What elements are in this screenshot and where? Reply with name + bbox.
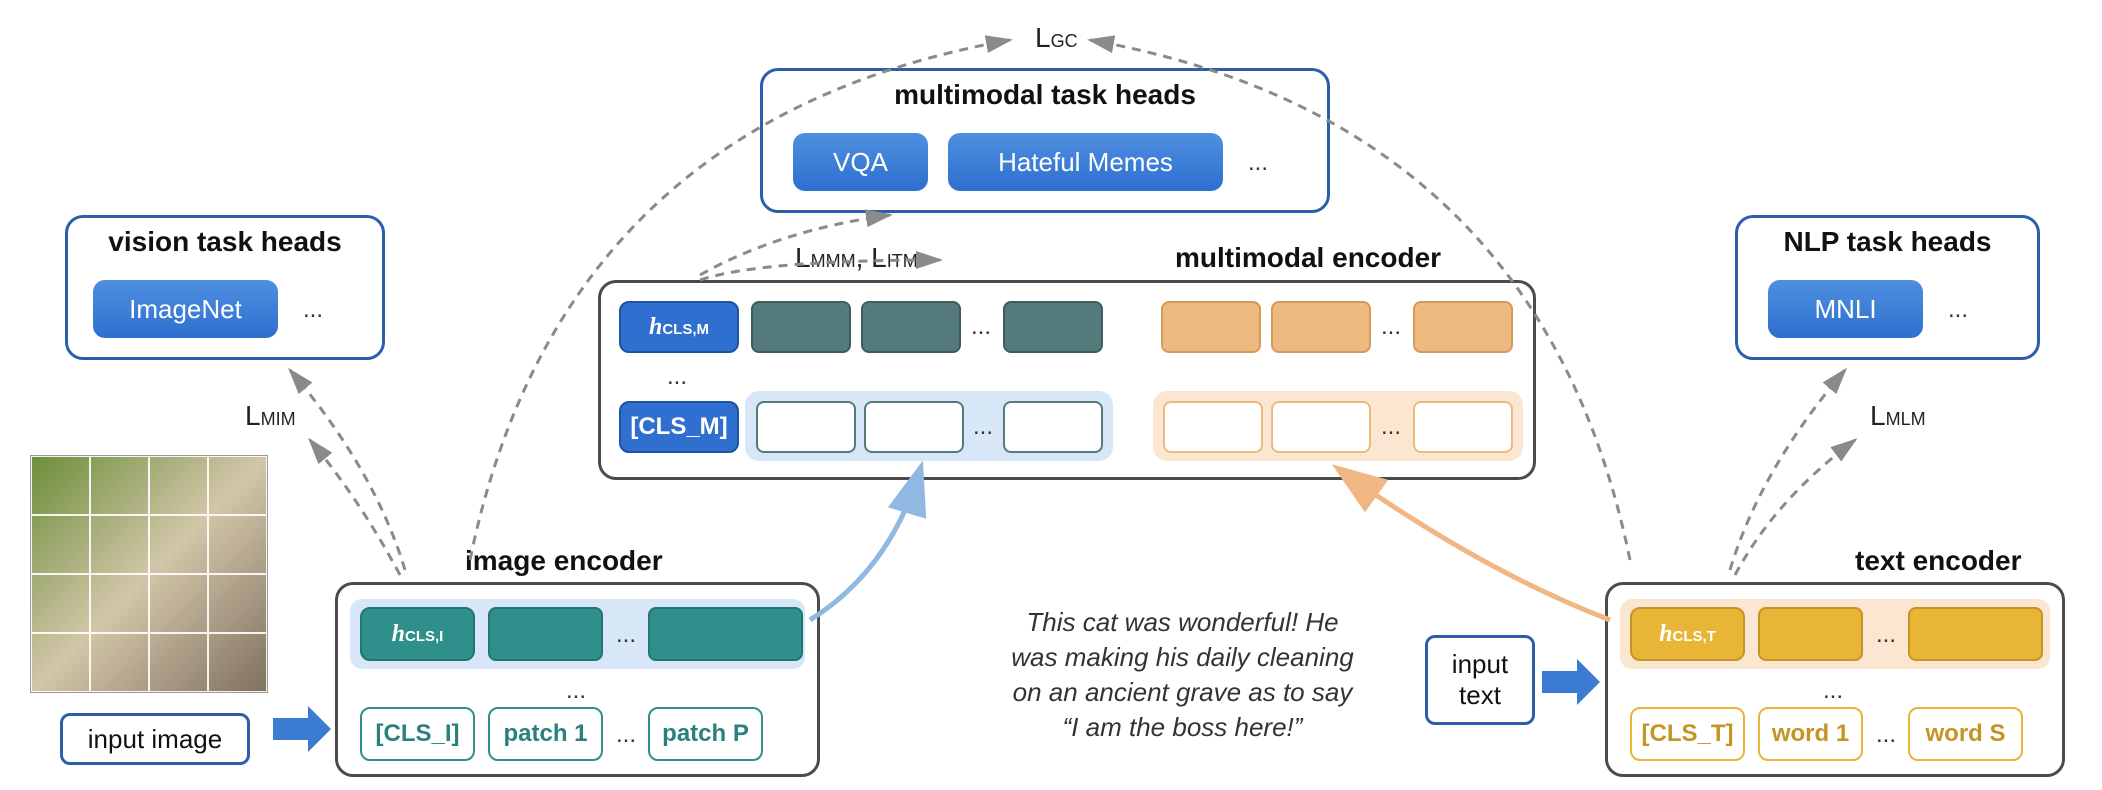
patch1: patch 1	[488, 707, 603, 761]
nlp-heads-box: NLP task heads MNLI ...	[1735, 215, 2040, 360]
mm-img-in	[756, 401, 856, 453]
dots: ...	[1381, 313, 1401, 341]
dots: ...	[1381, 413, 1401, 441]
dots: ...	[971, 313, 991, 341]
dots: ...	[566, 677, 586, 705]
img-out-slot	[488, 607, 603, 661]
loss-mim: LMIM	[245, 400, 296, 432]
mm-img-in	[864, 401, 964, 453]
vqa-head: VQA	[793, 133, 928, 191]
mm-txt-slot	[1271, 301, 1371, 353]
text-encoder-title: text encoder	[1855, 545, 2022, 577]
mm-encoder-title: multimodal encoder	[1175, 242, 1441, 274]
mm-heads-title: multimodal task heads	[763, 79, 1327, 111]
dots: ...	[303, 296, 323, 324]
dots: ...	[1876, 721, 1896, 749]
mm-img-slot	[861, 301, 961, 353]
mm-txt-slot	[1161, 301, 1261, 353]
text-cls-in: [CLS_T]	[1630, 707, 1745, 761]
dots: ...	[1948, 296, 1968, 324]
dots: ...	[973, 413, 993, 441]
nlp-heads-title: NLP task heads	[1738, 226, 2037, 258]
patchP: patch P	[648, 707, 763, 761]
loss-mlm: LMLM	[1870, 400, 1926, 432]
text-cls-out: hCLS,T	[1630, 607, 1745, 661]
image-cls-out: hCLS,I	[360, 607, 475, 661]
caption-text: This cat was wonderful! He was making hi…	[965, 605, 1400, 745]
word1: word 1	[1758, 707, 1863, 761]
dots: ...	[616, 621, 636, 649]
dots: ...	[616, 721, 636, 749]
wordS: word S	[1908, 707, 2023, 761]
imagenet-head: ImageNet	[93, 280, 278, 338]
dots: ...	[1823, 677, 1843, 705]
dots: ...	[1876, 621, 1896, 649]
mm-txt-slot	[1413, 301, 1513, 353]
input-image-label: input image	[60, 713, 250, 765]
mm-encoder-box: hCLS,M ... ... ... [CLS_M] ... ...	[598, 280, 1536, 480]
mm-cls-out: hCLS,M	[619, 301, 739, 353]
loss-mmm-itm: LMMM, LITM	[795, 242, 918, 274]
hateful-memes-head: Hateful Memes	[948, 133, 1223, 191]
image-cls-in: [CLS_I]	[360, 707, 475, 761]
mm-img-in	[1003, 401, 1103, 453]
mm-img-slot	[751, 301, 851, 353]
dots: ...	[667, 363, 687, 391]
text-encoder-box: hCLS,T ... ... [CLS_T] word 1 ... word S	[1605, 582, 2065, 777]
image-encoder-title: image encoder	[465, 545, 663, 577]
input-text-label: input text	[1425, 635, 1535, 725]
vision-heads-box: vision task heads ImageNet ...	[65, 215, 385, 360]
img-out-slot	[648, 607, 803, 661]
mm-heads-box: multimodal task heads VQA Hateful Memes …	[760, 68, 1330, 213]
arrow-text-to-encoder	[1542, 653, 1602, 713]
mnli-head: MNLI	[1768, 280, 1923, 338]
mm-img-slot	[1003, 301, 1103, 353]
loss-gc: LGC	[1035, 22, 1078, 54]
dots: ...	[1248, 149, 1268, 177]
input-image-thumb	[30, 455, 268, 693]
text-out-slot	[1758, 607, 1863, 661]
mm-txt-in	[1163, 401, 1263, 453]
mm-txt-in	[1413, 401, 1513, 453]
mm-txt-in	[1271, 401, 1371, 453]
image-encoder-box: hCLS,I ... ... [CLS_I] patch 1 ... patch…	[335, 582, 820, 777]
arrow-image-to-encoder	[273, 700, 333, 760]
mm-cls-in: [CLS_M]	[619, 401, 739, 453]
text-out-slot	[1908, 607, 2043, 661]
vision-heads-title: vision task heads	[68, 226, 382, 258]
